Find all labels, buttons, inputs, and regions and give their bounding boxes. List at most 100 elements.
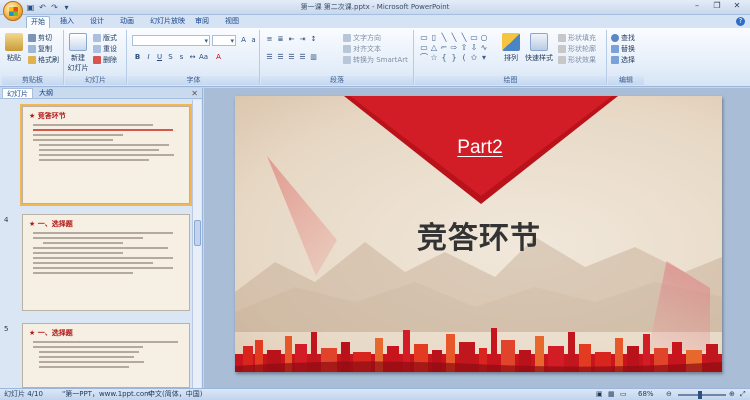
brace-shape-icon[interactable]: { (439, 53, 449, 62)
textbox-shape-icon[interactable]: ▯ (429, 33, 439, 42)
tab-insert[interactable]: 插入 (56, 16, 78, 28)
font-size-combo[interactable] (212, 35, 236, 46)
curve-shape-icon[interactable]: ∿ (479, 43, 489, 52)
spacing-icon[interactable]: ↔ (188, 53, 197, 62)
line-shape-icon[interactable]: ╲ (459, 33, 469, 42)
restore-icon[interactable]: ❐ (708, 1, 726, 12)
arrow-shape-icon[interactable]: ⇨ (449, 43, 459, 52)
language-status[interactable]: 中文(简体，中国) (148, 389, 202, 400)
tab-outline[interactable]: 大纲 (35, 88, 57, 98)
change-case-icon[interactable]: Aa (199, 53, 208, 62)
slide-title[interactable]: 竞答环节 (385, 213, 573, 257)
copy-button[interactable]: 复制 (28, 44, 52, 54)
justify-icon[interactable]: ☰ (298, 53, 307, 62)
thumbnail-scrollbar[interactable] (192, 100, 201, 388)
shadow-icon[interactable]: s (177, 53, 186, 62)
rectangle-shape-icon[interactable]: ▭ (419, 43, 429, 52)
rectangle-shape-icon[interactable]: ▭ (469, 33, 479, 42)
office-button[interactable] (3, 1, 23, 21)
select-button[interactable]: 选择 (611, 55, 635, 65)
tab-slides[interactable]: 幻灯片 (2, 88, 33, 98)
line-shape-icon[interactable]: ⌐ (439, 43, 449, 52)
current-slide[interactable]: Part2 竞答环节 (235, 96, 722, 372)
slideshow-icon[interactable]: ▭ (620, 389, 627, 400)
scroll-thumb[interactable] (194, 220, 201, 246)
shrink-font-icon[interactable]: a (249, 36, 258, 45)
scissors-icon (28, 34, 36, 42)
shape-effects-button[interactable]: 形状效果 (558, 55, 596, 65)
slide-thumbnail[interactable]: ★ 一、选择题 (22, 323, 190, 388)
reset-button[interactable]: 重设 (93, 44, 117, 54)
tab-slideshow[interactable]: 幻灯片放映 (146, 16, 189, 28)
zoom-slider[interactable] (678, 391, 726, 399)
find-button[interactable]: 查找 (611, 33, 635, 43)
bold-icon[interactable]: B (133, 53, 142, 62)
shape-fill-button[interactable]: 形状填充 (558, 33, 596, 43)
normal-view-icon[interactable]: ▣ (596, 389, 603, 400)
strikethrough-icon[interactable]: S (166, 53, 175, 62)
rectangle-shape-icon[interactable]: ▭ (419, 33, 429, 42)
arrange-button[interactable]: 排列 (501, 33, 521, 63)
underline-icon[interactable]: U (155, 53, 164, 62)
minimize-icon[interactable]: – (688, 1, 706, 12)
tab-view[interactable]: 视图 (221, 16, 243, 28)
triangle-shape-icon[interactable]: △ (429, 43, 439, 52)
line-shape-icon[interactable]: ╲ (439, 33, 449, 42)
columns-icon[interactable]: ▥ (309, 53, 318, 62)
oval-shape-icon[interactable]: ○ (479, 33, 489, 42)
numbering-icon[interactable]: ≣ (276, 35, 285, 44)
curve-shape-icon[interactable]: ⌒ (419, 53, 429, 62)
format-painter-button[interactable]: 格式刷 (28, 55, 59, 65)
star-shape-icon[interactable]: ✩ (469, 53, 479, 62)
tab-design[interactable]: 设计 (86, 16, 108, 28)
font-color-icon[interactable]: A (214, 53, 223, 62)
reset-icon (93, 45, 101, 53)
shape-outline-button[interactable]: 形状轮廓 (558, 44, 596, 54)
layout-button[interactable]: 版式 (93, 33, 117, 43)
close-icon[interactable]: ✕ (191, 88, 198, 99)
arrow-shape-icon[interactable]: ⇩ (469, 43, 479, 52)
fit-window-icon[interactable]: ⤢ (740, 389, 746, 400)
text-direction-button[interactable]: 文字方向 (343, 33, 381, 43)
close-icon[interactable]: ✕ (728, 1, 746, 12)
grow-font-icon[interactable]: A (239, 36, 248, 45)
star-shape-icon[interactable]: ☆ (429, 53, 439, 62)
delete-slide-button[interactable]: 删除 (93, 55, 117, 65)
part-label[interactable]: Part2 (435, 137, 525, 159)
shapes-gallery[interactable]: ▭ ▯ ╲ ╲ ╲ ▭ ○ ▭ △ ⌐ ⇨ ⇧ ⇩ ∿ ⌒ ☆{}(✩ ▾ (419, 33, 499, 63)
brace-shape-icon[interactable]: } (449, 53, 459, 62)
italic-icon[interactable]: I (144, 53, 153, 62)
tab-review[interactable]: 审阅 (191, 16, 213, 28)
align-center-icon[interactable]: ☰ (276, 53, 285, 62)
paragraph-group: ≡ ≣ ⇤ ⇥ ↕ 文字方向 对齐文本 转换为 SmartArt ☰ ☰ ☰ ☰… (261, 30, 414, 85)
line-shape-icon[interactable]: ╲ (449, 33, 459, 42)
slide-sorter-icon[interactable]: ▦ (608, 389, 615, 400)
curve-shape-icon[interactable]: ( (459, 53, 469, 62)
help-icon[interactable]: ? (736, 17, 745, 26)
decrease-indent-icon[interactable]: ⇤ (287, 35, 296, 44)
more-shapes-icon[interactable]: ▾ (479, 53, 489, 62)
cut-button[interactable]: 剪切 (28, 33, 52, 43)
zoom-slider-knob[interactable] (698, 391, 702, 399)
zoom-level[interactable]: 68% (638, 389, 654, 400)
new-slide-button[interactable]: 新建 幻灯片 (68, 33, 89, 73)
align-right-icon[interactable]: ☰ (287, 53, 296, 62)
zoom-in-icon[interactable]: ⊕ (729, 389, 735, 400)
font-name-combo[interactable] (132, 35, 210, 46)
tab-home[interactable]: 开始 (26, 16, 50, 28)
increase-indent-icon[interactable]: ⇥ (298, 35, 307, 44)
align-text-button[interactable]: 对齐文本 (343, 44, 381, 54)
line-spacing-icon[interactable]: ↕ (309, 35, 318, 44)
zoom-out-icon[interactable]: ⊖ (666, 389, 672, 400)
bullets-icon[interactable]: ≡ (265, 35, 274, 44)
arrow-shape-icon[interactable]: ⇧ (459, 43, 469, 52)
quick-styles-button[interactable]: 快速样式 (525, 33, 553, 63)
align-left-icon[interactable]: ☰ (265, 53, 274, 62)
replace-button[interactable]: 替换 (611, 44, 635, 54)
tab-animations[interactable]: 动画 (116, 16, 138, 28)
smartart-button[interactable]: 转换为 SmartArt (343, 55, 408, 65)
quick-styles-icon (530, 33, 548, 51)
slide-thumbnail[interactable]: ★ 竞答环节 (20, 104, 192, 206)
paste-button[interactable]: 粘贴 (5, 33, 23, 63)
slide-thumbnail[interactable]: ★ 一、选择题 (22, 214, 190, 311)
